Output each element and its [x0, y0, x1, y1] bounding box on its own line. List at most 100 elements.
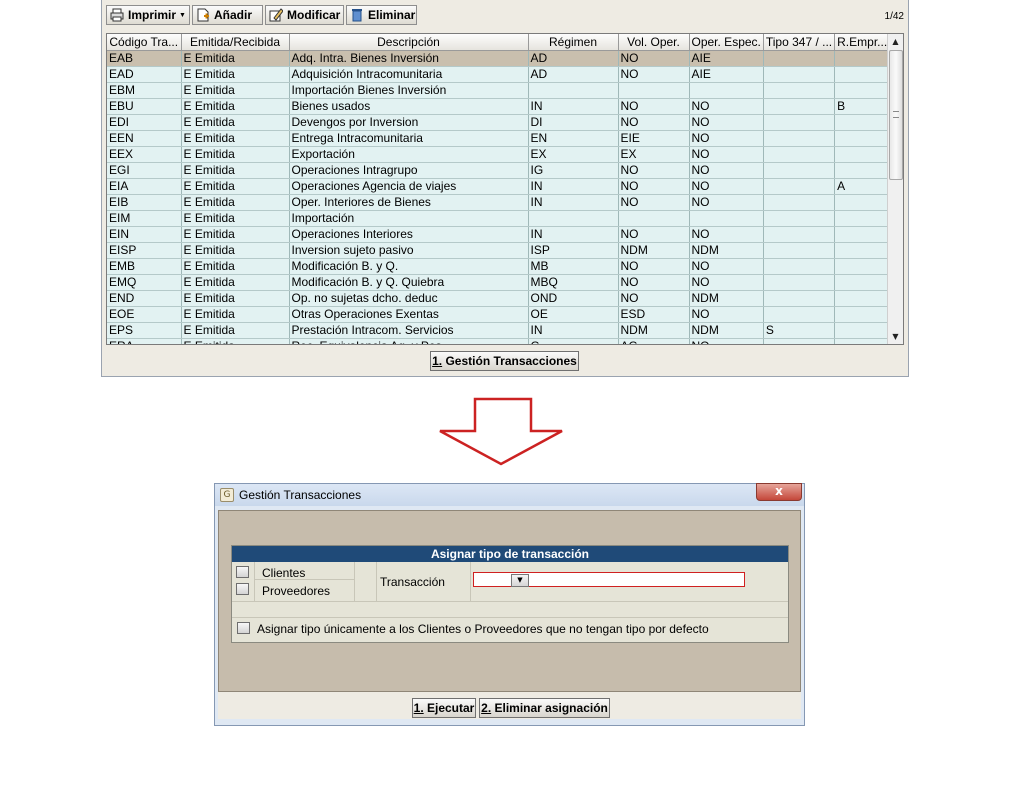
table-cell: EIB	[107, 194, 182, 211]
table-cell: NO	[689, 226, 764, 243]
table-cell: E Emitida	[181, 274, 290, 291]
table-cell: E Emitida	[181, 98, 290, 115]
scroll-up-icon[interactable]: ▲	[888, 34, 903, 49]
table-row[interactable]: EEN E Emitida Entrega Intracomunitaria EN EI…	[107, 130, 891, 147]
table-row[interactable]: EOE E Emitida Otras Operaciones Exentas OE E…	[107, 306, 891, 323]
toolbar: Imprimir ▼ Añadir Modificar Eliminar	[106, 5, 417, 27]
table-cell: NO	[618, 226, 690, 243]
table-row[interactable]: EMQ E Emitida Modificación B. y Q. Quiebra…	[107, 274, 891, 291]
column-header[interactable]: Oper. Espec.	[689, 34, 764, 51]
table-cell: E Emitida	[181, 226, 290, 243]
table-cell: E Emitida	[181, 146, 290, 163]
assign-default-only-checkbox[interactable]	[237, 622, 250, 634]
table-row[interactable]: EIA E Emitida Operaciones Agencia de viaje…	[107, 178, 891, 195]
vertical-scrollbar[interactable]: ▲ ▼	[887, 34, 903, 344]
clients-checkbox[interactable]	[236, 566, 249, 578]
table-cell: Bienes usados	[289, 98, 529, 115]
scroll-thumb[interactable]	[889, 50, 903, 180]
transactions-window: Imprimir ▼ Añadir Modificar Eliminar 1/4…	[101, 0, 909, 377]
modify-button[interactable]: Modificar	[265, 5, 344, 25]
close-button[interactable]: x	[756, 483, 802, 501]
column-header[interactable]: Código Tra...	[107, 34, 182, 51]
table-cell: Otras Operaciones Exentas	[289, 306, 529, 323]
table-cell: NO	[689, 98, 764, 115]
suppliers-checkbox[interactable]	[236, 583, 249, 595]
table-row[interactable]: EGI E Emitida Operaciones Intragrupo IG NO NO	[107, 162, 891, 179]
table-row[interactable]: EDI E Emitida Devengos por Inversion DI NO NO	[107, 114, 891, 131]
table-cell: EBM	[107, 82, 182, 99]
table-cell: Entrega Intracomunitaria	[289, 130, 529, 147]
table-cell	[763, 338, 836, 344]
table-cell	[763, 98, 836, 115]
table-cell: B	[834, 98, 891, 115]
table-cell	[763, 194, 836, 211]
print-label: Imprimir	[128, 8, 177, 22]
chevron-down-icon: ▼	[179, 11, 186, 19]
table-cell: NO	[689, 258, 764, 275]
table-row[interactable]: END E Emitida Op. no sujetas dcho. deduc ON…	[107, 290, 891, 307]
dialog-body: Asignar tipo de transacción Clientes Pro…	[218, 510, 801, 719]
transactions-table[interactable]: Código Tra... Emitida/Recibida Descripción…	[106, 33, 904, 345]
suppliers-label: Proveedores	[262, 584, 331, 598]
table-row[interactable]: EBM E Emitida Importación Bienes Inversión	[107, 82, 891, 99]
table-cell: E Emitida	[181, 162, 290, 179]
table-cell: NO	[618, 290, 690, 307]
table-cell	[834, 322, 891, 339]
divider	[376, 562, 377, 601]
table-cell: Importación Bienes Inversión	[289, 82, 529, 99]
delete-button[interactable]: Eliminar	[346, 5, 417, 25]
table-row[interactable]: EEX E Emitida Exportación EX EX NO	[107, 146, 891, 163]
print-button[interactable]: Imprimir ▼	[106, 5, 190, 25]
table-row[interactable]: EBU E Emitida Bienes usados IN NO NO B	[107, 98, 891, 115]
column-header[interactable]: Régimen	[528, 34, 619, 51]
table-row[interactable]: EIM E Emitida Importación	[107, 210, 891, 227]
table-cell	[763, 50, 836, 67]
column-header[interactable]: Tipo 347 / ...	[763, 34, 836, 51]
table-cell: Oper. Interiores de Bienes	[289, 194, 529, 211]
table-cell: EIN	[107, 226, 182, 243]
page-counter: 1/42	[884, 11, 904, 22]
table-cell	[763, 82, 836, 99]
table-cell: MBQ	[528, 274, 619, 291]
table-cell: AD	[528, 50, 619, 67]
table-cell	[834, 258, 891, 275]
table-row[interactable]: EIB E Emitida Oper. Interiores de Bienes IN…	[107, 194, 891, 211]
table-cell	[834, 306, 891, 323]
table-row[interactable]: EIN E Emitida Operaciones Interiores IN NO NO	[107, 226, 891, 243]
scroll-down-icon[interactable]: ▼	[888, 329, 903, 344]
column-header[interactable]: R.Empr...	[834, 34, 891, 51]
execute-button[interactable]: 1. Ejecutar	[412, 698, 476, 718]
table-row[interactable]: EAD E Emitida Adquisición Intracomunitaria…	[107, 66, 891, 83]
transactions-management-button[interactable]: 1. Gestión Transacciones	[430, 351, 579, 371]
table-cell: NO	[689, 306, 764, 323]
table-cell	[763, 210, 836, 227]
table-cell	[528, 82, 619, 99]
column-header[interactable]: Emitida/Recibida	[181, 34, 290, 51]
transaction-select[interactable]: ▼	[473, 572, 745, 587]
table-row[interactable]: ERAE EmitidaRec. Equivalencia Ag. y Pes.…	[107, 338, 891, 344]
column-header[interactable]: Descripción	[289, 34, 529, 51]
add-label: Añadir	[214, 8, 253, 22]
table-row[interactable]: EMB E Emitida Modificación B. y Q. MB NO NO	[107, 258, 891, 275]
table-cell: EN	[528, 130, 619, 147]
column-header[interactable]: Vol. Oper.	[618, 34, 690, 51]
table-cell: EGI	[107, 162, 182, 179]
table-cell: AIE	[689, 66, 764, 83]
divider	[232, 617, 788, 618]
table-cell: Modificación B. y Q.	[289, 258, 529, 275]
printer-icon	[110, 8, 124, 22]
table-cell	[528, 210, 619, 227]
table-row[interactable]: EISP E Emitida Inversion sujeto pasivo ISP N…	[107, 242, 891, 259]
trash-icon	[350, 8, 364, 22]
divider	[232, 601, 788, 602]
add-button[interactable]: Añadir	[192, 5, 263, 25]
remove-assignment-button[interactable]: 2. Eliminar asignación	[479, 698, 610, 718]
chevron-down-icon[interactable]: ▼	[511, 574, 529, 587]
table-cell	[689, 210, 764, 227]
table-cell	[763, 146, 836, 163]
table-cell: NO	[689, 114, 764, 131]
table-row[interactable]: EAB E Emitida Adq. Intra. Bienes Inversión…	[107, 50, 891, 67]
table-cell: Operaciones Interiores	[289, 226, 529, 243]
table-cell: NDM	[618, 242, 690, 259]
table-row[interactable]: EPS E Emitida Prestación Intracom. Servici…	[107, 322, 891, 339]
